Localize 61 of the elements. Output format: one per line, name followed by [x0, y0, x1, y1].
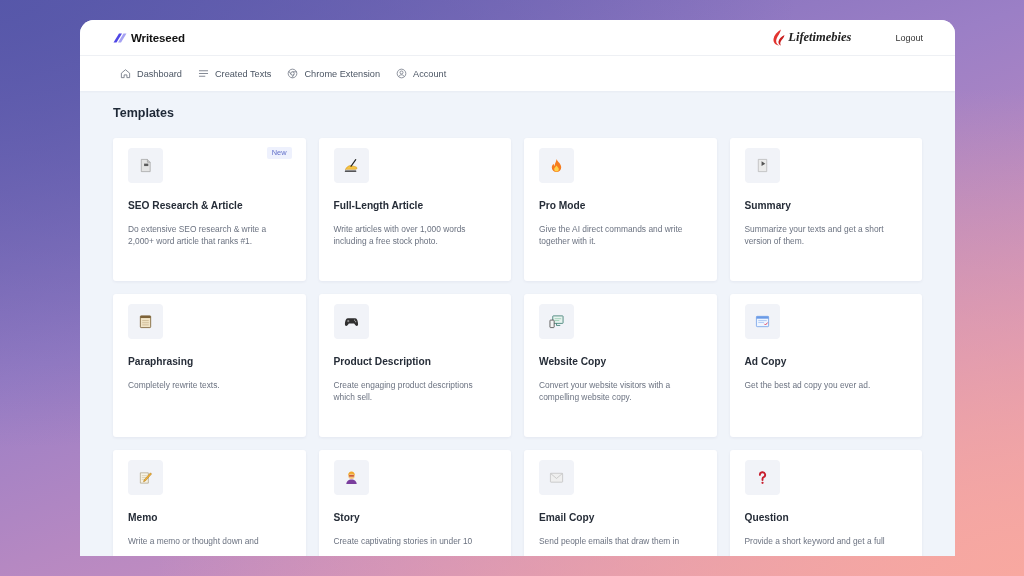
template-title: Email Copy — [539, 511, 596, 524]
template-title: Question — [744, 511, 790, 524]
template-description: Completely rewrite texts. — [128, 379, 221, 391]
template-card[interactable]: Email Copy Send people emails that draw them in — [524, 450, 717, 556]
logout-link[interactable]: Logout — [895, 32, 923, 43]
template-description: Create engaging product descriptions which sell. — [333, 379, 474, 403]
flame-icon — [539, 148, 574, 183]
monitor-icon — [539, 304, 574, 339]
template-card[interactable]: Full-Length Article Write articles with over 1,000 words including a free stock photo. — [318, 138, 511, 281]
home-icon — [120, 68, 131, 79]
template-description: Convert your website visitors with a compelling website copy. — [539, 379, 672, 403]
document-icon — [744, 148, 780, 183]
memo-icon — [128, 460, 163, 495]
template-description: Summarize your texts and get a short version of them. — [744, 223, 885, 247]
menu-icon — [197, 68, 209, 79]
writing-hand-icon — [333, 148, 369, 183]
template-card[interactable]: Ad Copy Get the best ad copy you ever ad. — [729, 294, 922, 437]
brand-name: Writeseed — [131, 31, 185, 44]
nav-link[interactable]: Dashboard — [120, 68, 182, 79]
template-card[interactable]: Product Description Create engaging product descriptions which sell. — [318, 294, 511, 437]
template-title: Website Copy — [539, 355, 608, 368]
template-card[interactable]: Question Provide a short keyword and get a full — [729, 450, 922, 556]
template-title: Product Description — [333, 355, 432, 368]
template-card[interactable]: Website Copy Convert your website visitors with a compelling website copy. — [524, 294, 717, 437]
person-icon — [333, 460, 369, 495]
document-icon — [128, 148, 163, 183]
flame-icon — [772, 29, 787, 46]
template-description: Provide a short keyword and get a full — [744, 535, 886, 547]
template-description: Do extensive SEO research & write a 2,000+ word article that ranks #1. — [128, 223, 268, 247]
template-card[interactable]: Pro Mode Give the AI direct commands and write together with it. — [524, 138, 717, 281]
template-title: SEO Research & Article — [128, 199, 244, 212]
nav-link[interactable]: Account — [396, 68, 447, 79]
question-mark-icon — [744, 460, 780, 495]
template-description: Write articles with over 1,000 words including a free stock photo. — [333, 223, 467, 247]
template-description: Create captivating stories in under 10 — [333, 535, 474, 547]
template-title: Summary — [744, 199, 792, 212]
template-title: Pro Mode — [539, 199, 587, 212]
partner-brand-name: Lifetimebies — [788, 30, 852, 45]
envelope-icon — [539, 460, 574, 495]
nav-link[interactable]: Created Texts — [197, 68, 272, 79]
template-description: Write a memo or thought down and — [128, 535, 260, 547]
nav-link[interactable]: Chrome Extension — [287, 68, 381, 79]
template-card[interactable]: Memo Write a memo or thought down and — [113, 450, 306, 556]
template-description: Send people emails that draw them in — [539, 535, 681, 547]
template-card[interactable]: Summary Summarize your texts and get a short version of them. — [729, 138, 922, 281]
template-title: Full-Length Article — [333, 199, 425, 212]
chrome-icon — [287, 68, 299, 79]
browser-window-icon — [744, 304, 780, 339]
template-description: Give the AI direct commands and write together with it. — [539, 223, 684, 247]
template-title: Ad Copy — [744, 355, 788, 368]
template-title: Memo — [128, 511, 159, 524]
section-title: Templates — [113, 105, 175, 121]
gamepad-icon — [333, 304, 369, 339]
template-card[interactable]: Paraphrasing Completely rewrite texts. — [113, 294, 306, 437]
notepad-icon — [128, 304, 163, 339]
logo-icon — [113, 32, 127, 43]
template-card[interactable]: Story Create captivating stories in under 10 — [318, 450, 511, 556]
template-title: Story — [333, 511, 361, 524]
template-description: Get the best ad copy you ever ad. — [744, 379, 872, 391]
account-icon — [396, 68, 408, 79]
template-title: Paraphrasing — [128, 355, 195, 368]
